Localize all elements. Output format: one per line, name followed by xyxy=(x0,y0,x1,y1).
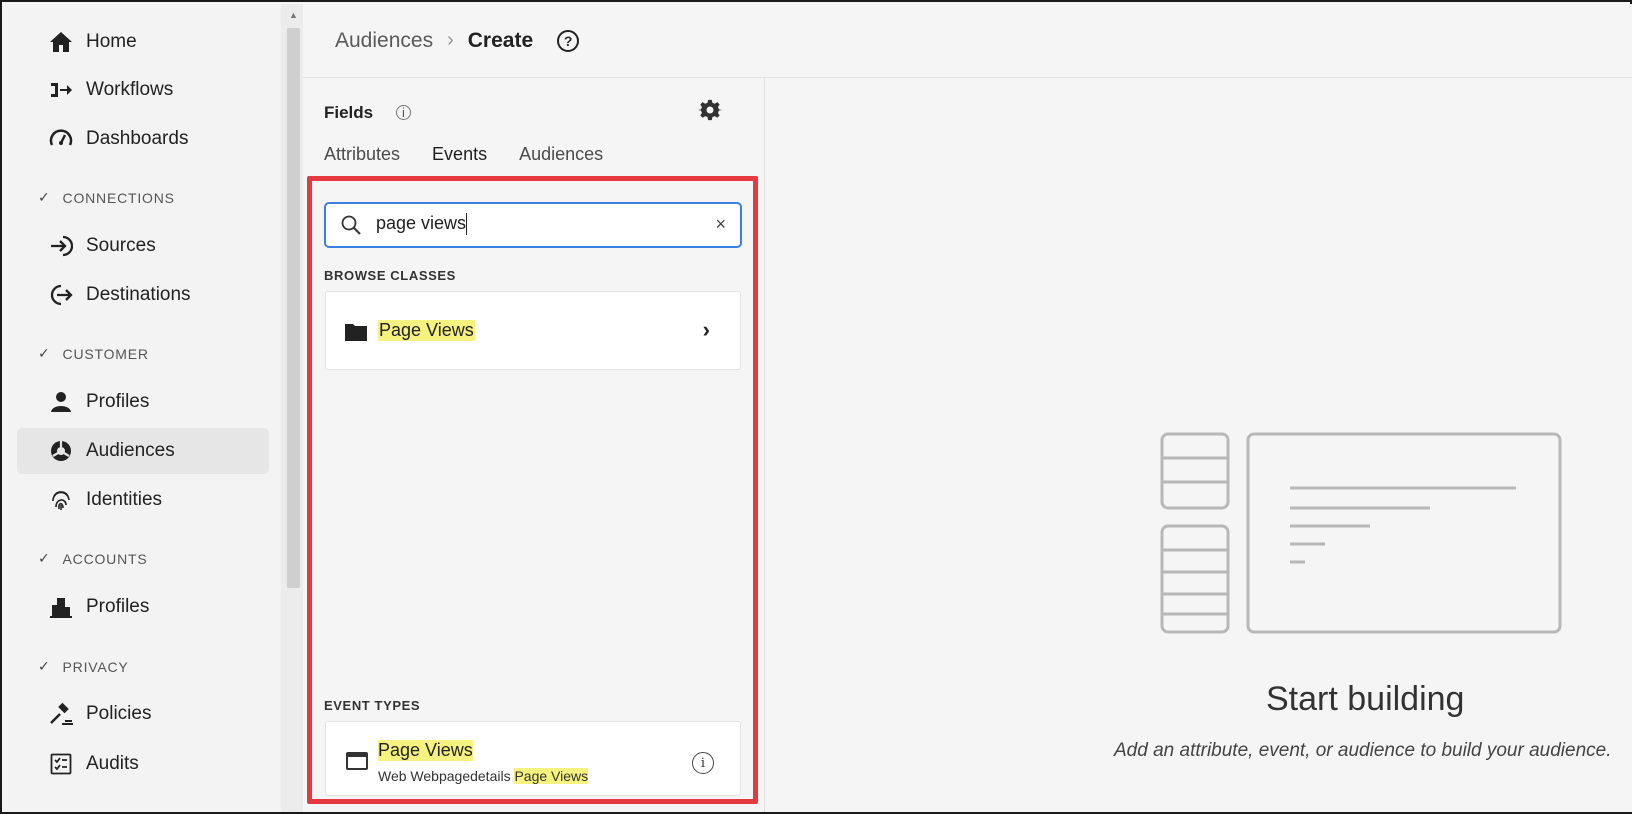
sidebar-item-home[interactable]: Home xyxy=(17,19,269,65)
section-customer[interactable]: ✓ CUSTOMER xyxy=(38,345,149,362)
gear-icon[interactable] xyxy=(698,98,724,124)
breadcrumb-audiences[interactable]: Audiences xyxy=(335,29,433,53)
sidebar-item-label: Home xyxy=(86,31,137,52)
sidebar-nav: Home Workflows Dashboards ✓ CONNECTIONS … xyxy=(4,4,281,812)
building-icon xyxy=(48,594,74,620)
help-icon[interactable]: ? xyxy=(557,29,580,52)
sidebar-item-label: Audits xyxy=(86,753,139,774)
sidebar-item-workflows[interactable]: Workflows xyxy=(17,67,269,113)
empty-state-title: Start building xyxy=(1266,680,1465,718)
scroll-thumb[interactable] xyxy=(287,28,300,588)
app-window: Home Workflows Dashboards ✓ CONNECTIONS … xyxy=(0,0,1632,814)
sidebar-item-label: Dashboards xyxy=(86,128,189,149)
section-label: CONNECTIONS xyxy=(62,189,175,206)
page-header: Audiences › Create ? xyxy=(303,4,1632,78)
sidebar-item-label: Profiles xyxy=(86,596,150,617)
sidebar-item-audits[interactable]: Audits xyxy=(17,741,269,787)
fields-tabs: Attributes Events Audiences xyxy=(324,144,635,165)
sidebar-item-customer-profiles[interactable]: Profiles xyxy=(17,379,269,425)
gavel-icon xyxy=(48,701,74,727)
home-icon xyxy=(48,29,74,55)
person-icon xyxy=(48,389,74,415)
tab-events[interactable]: Events xyxy=(432,144,487,165)
section-label: ACCOUNTS xyxy=(62,550,148,567)
audiences-icon xyxy=(48,438,74,464)
sidebar-item-label: Audiences xyxy=(86,440,175,461)
sources-icon xyxy=(48,233,74,259)
checklist-icon xyxy=(48,751,74,777)
scroll-up-icon[interactable]: ▲ xyxy=(287,10,300,24)
chevron-down-icon: ✓ xyxy=(38,345,51,361)
destinations-icon xyxy=(48,282,74,308)
fields-info-icon[interactable]: i xyxy=(396,105,411,120)
fingerprint-icon xyxy=(48,487,74,513)
section-privacy[interactable]: ✓ PRIVACY xyxy=(38,658,129,675)
sidebar-scrollbar[interactable]: ▲ xyxy=(281,4,303,812)
sidebar-item-destinations[interactable]: Destinations xyxy=(17,272,269,318)
empty-state-subtitle: Add an attribute, event, or audience to … xyxy=(1114,740,1612,761)
fields-title: Fields xyxy=(324,103,374,122)
section-accounts[interactable]: ✓ ACCOUNTS xyxy=(38,550,148,567)
sidebar-item-dashboards[interactable]: Dashboards xyxy=(17,116,269,162)
sidebar-item-label: Policies xyxy=(86,703,152,724)
chevron-down-icon: ✓ xyxy=(38,189,51,205)
sidebar-item-identities[interactable]: Identities xyxy=(17,477,269,523)
sidebar-item-label: Sources xyxy=(86,235,156,256)
sidebar-item-label: Identities xyxy=(86,489,163,510)
breadcrumb-separator: › xyxy=(447,29,454,51)
page-title: Create xyxy=(467,28,534,52)
section-label: CUSTOMER xyxy=(62,345,149,362)
tab-attributes[interactable]: Attributes xyxy=(324,144,400,165)
workflows-icon xyxy=(48,77,74,103)
chevron-down-icon: ✓ xyxy=(38,658,51,674)
chevron-down-icon: ✓ xyxy=(38,550,51,566)
tab-audiences[interactable]: Audiences xyxy=(519,144,603,165)
sidebar-item-label: Profiles xyxy=(86,391,150,412)
sidebar-item-audiences[interactable]: Audiences xyxy=(17,428,269,474)
sidebar-item-account-profiles[interactable]: Profiles xyxy=(17,584,269,630)
red-highlight-annotation xyxy=(307,176,758,804)
section-connections[interactable]: ✓ CONNECTIONS xyxy=(38,189,175,206)
dashboards-icon xyxy=(48,126,74,152)
section-label: PRIVACY xyxy=(62,658,129,675)
sidebar-item-sources[interactable]: Sources xyxy=(17,223,269,269)
sidebar-item-label: Workflows xyxy=(86,79,174,100)
empty-state-illustration xyxy=(1160,432,1562,634)
sidebar-item-label: Destinations xyxy=(86,284,191,305)
sidebar-item-policies[interactable]: Policies xyxy=(17,691,269,737)
